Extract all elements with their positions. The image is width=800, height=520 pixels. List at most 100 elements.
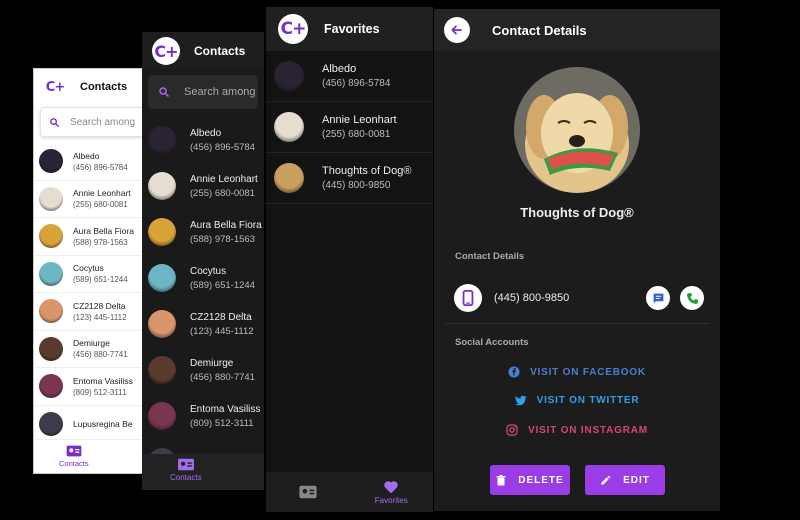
- list-item[interactable]: Albedo (456) 896-5784: [266, 51, 433, 102]
- contact-name: Entoma Vasiliss: [73, 375, 133, 386]
- avatar: [39, 374, 63, 399]
- back-button[interactable]: [444, 17, 470, 43]
- contact-phone: (255) 680-0081: [322, 129, 391, 140]
- search-placeholder: Search among: [70, 116, 136, 128]
- app-bar: Contact Details: [434, 9, 720, 51]
- bottom-nav: Favorites: [266, 472, 433, 512]
- nav-contacts[interactable]: Contacts: [170, 458, 202, 482]
- contact-phone: (255) 680-0081: [190, 187, 255, 199]
- call-button[interactable]: [680, 286, 704, 310]
- nav-favorites-label: Favorites: [374, 495, 408, 505]
- message-icon: [653, 293, 663, 303]
- nav-contacts[interactable]: [266, 472, 350, 512]
- avatar: [274, 61, 304, 91]
- contact-phone: (588) 978-1563: [73, 237, 128, 247]
- section-social-accounts: Social Accounts: [455, 337, 529, 348]
- contacts-icon: [177, 458, 194, 471]
- phone-number: (445) 800-9850: [494, 292, 570, 304]
- message-button[interactable]: [646, 286, 670, 310]
- list-item[interactable]: Annie Leonhart (255) 680-0081: [142, 163, 264, 209]
- twitter-icon: [514, 395, 527, 406]
- search-input[interactable]: Search among: [40, 107, 156, 137]
- contacts-icon: [66, 445, 82, 457]
- list-item[interactable]: Entoma Vasiliss (809) 512-3111: [142, 393, 264, 439]
- contact-name: Entoma Vasiliss: [190, 403, 261, 415]
- contact-phone: (445) 800-9850: [322, 180, 391, 191]
- avatar: [148, 402, 176, 430]
- list-item[interactable]: Albedo (456) 896-5784: [142, 117, 264, 163]
- app-logo: C+: [152, 37, 180, 65]
- contact-name: CZ2128 Delta: [190, 311, 252, 323]
- contact-details-screen: Contact Details Thoughts of Dog® Contact…: [434, 9, 720, 511]
- list-item[interactable]: Demiurge (456) 880-7741: [142, 347, 264, 393]
- contact-phone: (809) 512-3111: [73, 387, 127, 397]
- edit-button[interactable]: EDIT: [585, 465, 665, 495]
- contact-phone: (809) 512-3111: [190, 417, 254, 429]
- contact-phone: (456) 880-7741: [73, 350, 128, 360]
- avatar: [148, 126, 176, 154]
- favorites-screen: C+ Favorites Albedo (456) 896-5784 Annie …: [266, 7, 433, 512]
- list-item[interactable]: Cocytus (589) 651-1244: [142, 255, 264, 301]
- page-title: Contacts: [80, 81, 128, 93]
- contacts-icon: [299, 485, 317, 499]
- contact-name: Albedo: [73, 150, 100, 161]
- avatar: [148, 264, 176, 292]
- list-item[interactable]: CZ2128 Delta (123) 445-1112: [142, 301, 264, 347]
- pencil-icon: [601, 475, 611, 485]
- arrow-left-icon: [451, 25, 462, 35]
- instagram-icon: [506, 424, 518, 436]
- trash-icon: [496, 474, 506, 485]
- instagram-link[interactable]: VISIT ON INSTAGRAM: [434, 424, 720, 436]
- contact-phone: (255) 680-0081: [73, 200, 128, 210]
- avatar: [148, 356, 176, 384]
- contact-name-heading: Thoughts of Dog®: [520, 205, 634, 220]
- page-title: Contacts: [194, 44, 246, 58]
- contact-name: Aura Bella Fiora: [73, 225, 134, 236]
- contact-name: Cocytus: [190, 265, 227, 277]
- avatar: [39, 186, 63, 211]
- nav-contacts[interactable]: Contacts: [59, 445, 89, 468]
- avatar: [39, 336, 63, 361]
- twitter-label: VISIT ON TWITTER: [536, 395, 640, 406]
- search-input[interactable]: Search among: [148, 75, 258, 109]
- edit-label: EDIT: [623, 474, 650, 486]
- contact-name: Annie Leonhart: [73, 188, 131, 199]
- divider: [446, 323, 708, 324]
- page-title: Contact Details: [492, 22, 587, 38]
- contact-name: Lupusregina Be: [73, 418, 133, 429]
- app-bar: C+ Contacts: [142, 32, 264, 70]
- facebook-link[interactable]: VISIT ON FACEBOOK: [434, 366, 720, 378]
- page-title: Favorites: [324, 22, 380, 36]
- avatar: [148, 218, 176, 246]
- facebook-icon: [508, 366, 520, 378]
- contact-phone: (456) 896-5784: [73, 162, 128, 172]
- nav-contacts-label: Contacts: [59, 459, 89, 468]
- contact-phone: (123) 445-1112: [190, 325, 254, 337]
- avatar: [148, 172, 176, 200]
- smartphone-icon: [462, 290, 474, 306]
- list-item[interactable]: Aura Bella Fiora (588) 978-1563: [142, 209, 264, 255]
- app-logo: C+: [45, 79, 65, 95]
- nav-contacts-label: Contacts: [170, 473, 202, 482]
- instagram-label: VISIT ON INSTAGRAM: [528, 424, 648, 436]
- app-logo: C+: [278, 14, 308, 44]
- nav-favorites[interactable]: Favorites: [350, 472, 434, 512]
- avatar: [39, 261, 63, 286]
- phone-icon: [686, 292, 698, 304]
- search-icon: [159, 87, 170, 98]
- contact-list: Albedo (456) 896-5784 Annie Leonhart (255)…: [142, 117, 264, 485]
- contact-name: Demiurge: [73, 338, 110, 349]
- contacts-screen-dark: C+ Contacts Search among Albedo (456) 896…: [142, 32, 264, 490]
- phone-row: (445) 800-9850: [454, 282, 704, 314]
- delete-button[interactable]: DELETE: [490, 465, 570, 495]
- heart-icon: [384, 480, 398, 493]
- twitter-link[interactable]: VISIT ON TWITTER: [434, 395, 720, 406]
- contact-name: Aura Bella Fiora: [190, 219, 262, 231]
- list-item[interactable]: Annie Leonhart (255) 680-0081: [266, 102, 433, 153]
- search-icon: [50, 117, 60, 127]
- contact-photo: [514, 67, 640, 193]
- contact-name: Demiurge: [190, 357, 234, 369]
- contact-name: Albedo: [322, 63, 357, 75]
- list-item[interactable]: Thoughts of Dog® (445) 800-9850: [266, 153, 433, 204]
- contact-name: Thoughts of Dog®: [322, 165, 412, 177]
